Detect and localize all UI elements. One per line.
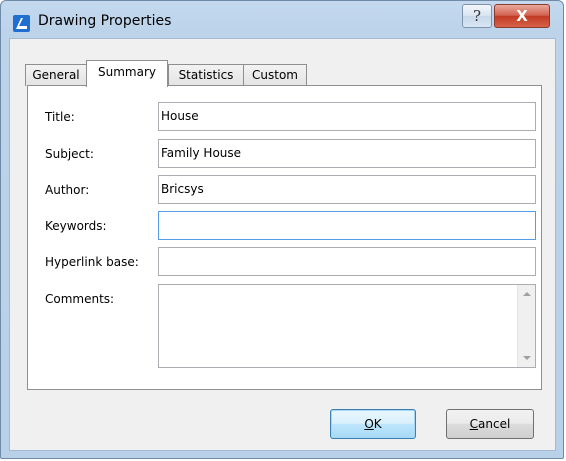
help-icon: ? <box>472 7 482 25</box>
close-button[interactable]: X <box>494 4 550 28</box>
tab-statistics[interactable]: Statistics <box>168 64 244 86</box>
ok-label-rest: K <box>373 417 382 431</box>
drawing-properties-dialog: Drawing Properties ? X General Summary S… <box>0 0 564 459</box>
help-button[interactable]: ? <box>462 4 492 28</box>
subject-label: Subject: <box>45 147 94 161</box>
tab-custom[interactable]: Custom <box>243 64 307 86</box>
comments-text <box>159 285 535 289</box>
author-label: Author: <box>45 183 90 197</box>
keywords-field[interactable] <box>158 211 536 240</box>
cancel-button[interactable]: Cancel <box>446 409 534 439</box>
dialog-client-area: General Summary Statistics Custom Title:… <box>9 38 556 451</box>
cancel-mnemonic: C <box>469 417 479 431</box>
title-field[interactable]: House <box>158 102 536 131</box>
title-bar[interactable]: Drawing Properties ? X <box>1 1 563 38</box>
close-icon: X <box>516 7 528 25</box>
scroll-down-arrow-icon[interactable] <box>523 356 531 360</box>
cancel-label-rest: ancel <box>478 417 511 431</box>
subject-field[interactable]: Family House <box>158 139 536 168</box>
comments-scrollbar[interactable] <box>517 285 535 367</box>
hyperlink-base-label: Hyperlink base: <box>45 255 139 269</box>
comments-label: Comments: <box>45 292 115 306</box>
scroll-up-arrow-icon[interactable] <box>523 292 531 296</box>
ok-mnemonic: O <box>364 417 374 431</box>
keywords-label: Keywords: <box>45 219 107 233</box>
window-title: Drawing Properties <box>38 13 172 29</box>
summary-panel: Title: House Subject: Family House Autho… <box>27 85 542 390</box>
tab-summary[interactable]: Summary <box>86 60 168 87</box>
hyperlink-base-field[interactable] <box>158 247 536 276</box>
ok-button[interactable]: OK <box>330 409 416 439</box>
bricscad-app-icon <box>13 15 30 32</box>
title-label: Title: <box>45 110 75 124</box>
tab-general[interactable]: General <box>25 64 87 86</box>
comments-textarea[interactable] <box>158 284 536 368</box>
author-field[interactable]: Bricsys <box>158 175 536 204</box>
